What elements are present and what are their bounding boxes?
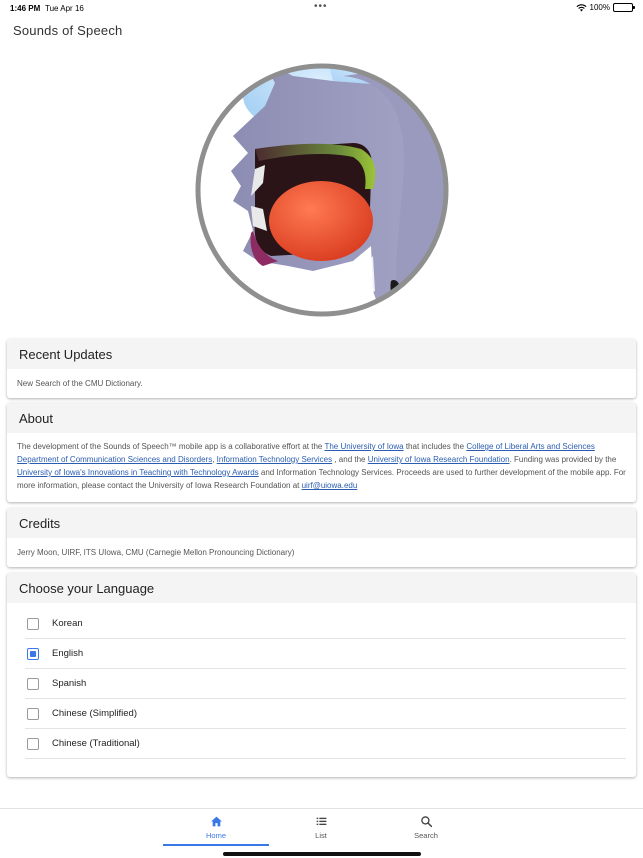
language-label: English — [52, 648, 84, 659]
language-option-chinese-simplified[interactable]: Chinese (Simplified) — [25, 699, 626, 729]
language-title: Choose your Language — [7, 573, 636, 603]
tab-search[interactable]: Search — [373, 815, 479, 851]
tab-label: List — [315, 831, 327, 840]
about-text-part: , and the — [332, 455, 368, 464]
checkbox[interactable] — [27, 677, 39, 690]
link-university-of-iowa[interactable]: The University of Iowa — [324, 442, 403, 451]
recent-updates-card: Recent Updates New Search of the CMU Dic… — [7, 339, 636, 398]
home-indicator[interactable] — [223, 852, 421, 856]
about-text-part: The development of the Sounds of Speech™… — [17, 442, 325, 451]
status-date: Tue Apr 16 — [45, 4, 84, 13]
language-label: Spanish — [52, 678, 87, 689]
recent-updates-title: Recent Updates — [7, 339, 636, 369]
language-option-spanish[interactable]: Spanish — [25, 669, 626, 699]
credits-text: Jerry Moon, UIRF, ITS UIowa, CMU (Carneg… — [17, 548, 295, 557]
status-bar: 1:46 PM Tue Apr 16 ••• 100% — [0, 0, 643, 16]
sounds-of-speech-logo — [193, 61, 451, 319]
checkbox[interactable] — [27, 617, 39, 630]
language-card: Choose your Language Korean English Span… — [7, 573, 636, 777]
language-option-chinese-traditional[interactable]: Chinese (Traditional) — [25, 729, 626, 759]
checkbox[interactable] — [27, 707, 39, 720]
language-label: Korean — [52, 618, 83, 629]
tab-label: Home — [205, 831, 226, 840]
language-label: Chinese (Simplified) — [52, 708, 138, 719]
language-option-english[interactable]: English — [25, 639, 626, 669]
multitasking-dots[interactable]: ••• — [314, 1, 328, 12]
language-label: Chinese (Traditional) — [52, 738, 140, 749]
about-text-part: . Funding was provided by the — [509, 455, 617, 464]
language-list: Korean English Spanish Chinese (Simplifi… — [7, 603, 636, 761]
status-time: 1:46 PM — [10, 4, 41, 13]
list-icon — [316, 817, 326, 826]
about-title: About — [7, 403, 636, 433]
tab-list[interactable]: List — [268, 815, 374, 851]
link-research-foundation[interactable]: University of Iowa Research Foundation — [368, 455, 510, 464]
active-tab-indicator — [163, 844, 269, 846]
wifi-icon — [576, 3, 587, 11]
status-right: 100% — [576, 3, 635, 12]
checkbox[interactable] — [27, 737, 39, 750]
recent-updates-text: New Search of the CMU Dictionary. — [17, 379, 143, 388]
home-icon — [210, 816, 222, 827]
about-card: About The development of the Sounds of S… — [7, 403, 636, 502]
link-its[interactable]: Information Technology Services — [217, 455, 332, 464]
credits-card: Credits Jerry Moon, UIRF, ITS UIowa, CMU… — [7, 508, 636, 567]
checkbox-checked[interactable] — [27, 647, 39, 660]
battery-icon — [613, 3, 635, 12]
credits-title: Credits — [7, 508, 636, 538]
about-text-part: that includes the — [403, 442, 467, 451]
link-email[interactable]: uirf@uiowa.edu — [302, 481, 358, 490]
link-teaching-awards[interactable]: University of Iowa's Innovations in Teac… — [17, 468, 259, 477]
battery-percent: 100% — [589, 3, 610, 12]
about-text: The development of the Sounds of Speech™… — [7, 433, 636, 500]
bottom-tab-bar: Home List Search — [0, 808, 643, 858]
page-title: Sounds of Speech — [13, 23, 123, 38]
tab-label: Search — [414, 831, 438, 840]
search-icon — [420, 816, 432, 828]
language-option-korean[interactable]: Korean — [25, 609, 626, 639]
